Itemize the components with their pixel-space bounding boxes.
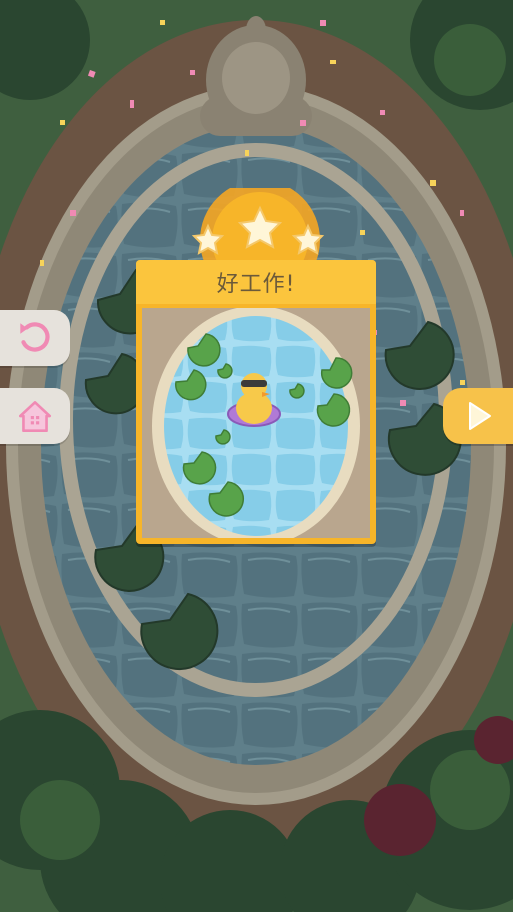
level-preview-image: [142, 308, 370, 538]
home-icon: [18, 401, 52, 433]
level-complete-card: 好工作!: [136, 260, 376, 544]
next-level-button[interactable]: [443, 388, 513, 444]
replay-button[interactable]: [0, 310, 70, 366]
replay-icon: [20, 322, 50, 352]
card-header: 好工作!: [136, 260, 376, 304]
home-button[interactable]: [0, 388, 70, 444]
play-arrow-icon: [469, 402, 491, 430]
level-complete-title: 好工作!: [216, 272, 296, 297]
